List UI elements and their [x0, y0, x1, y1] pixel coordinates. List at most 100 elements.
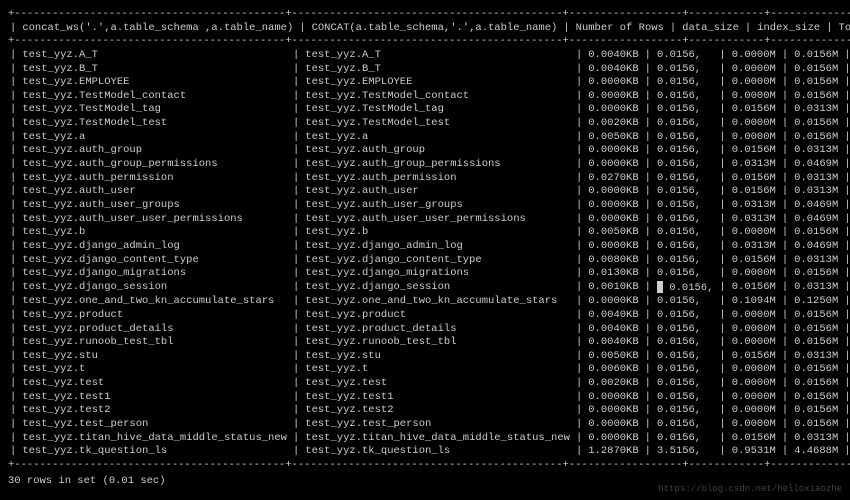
- cell-data-size: 0.0156,: [653, 240, 717, 254]
- cell-name1: test_yyz.django_migrations: [18, 267, 291, 281]
- cell-name1: test_yyz.test_person: [18, 418, 291, 432]
- separator-bottom: +---------------------------------------…: [8, 459, 842, 473]
- cell-total: 0.0469M: [790, 199, 842, 213]
- cell-index-size: 0.0000M: [728, 90, 780, 104]
- table-row: |test_yyz.TestModel_test|test_yyz.TestMo…: [8, 117, 850, 131]
- cell-data-size: 0.0156,: [653, 267, 717, 281]
- cell-data-size: 0.0156,: [653, 185, 717, 199]
- cell-total: 0.0156M: [790, 131, 842, 145]
- cell-index-size: 0.0313M: [728, 240, 780, 254]
- cell-rows: 0.0000KB: [584, 418, 642, 432]
- cell-name1: test_yyz.auth_permission: [18, 172, 291, 186]
- cell-rows: 0.0020KB: [584, 117, 642, 131]
- cell-data-size: 0.0156,: [653, 103, 717, 117]
- cell-name1: test_yyz.TestModel_tag: [18, 103, 291, 117]
- table-row: |test_yyz.a|test_yyz.a|0.0050KB|0.0156,|…: [8, 131, 850, 145]
- cell-name2: test_yyz.auth_group: [301, 144, 574, 158]
- cell-total: 0.0313M: [790, 172, 842, 186]
- table-row: |test_yyz.django_content_type|test_yyz.d…: [8, 254, 850, 268]
- cell-data-size: 0.0156,: [653, 432, 717, 446]
- table-row: |test_yyz.TestModel_contact|test_yyz.Tes…: [8, 90, 850, 104]
- cell-name1: test_yyz.TestModel_test: [18, 117, 291, 131]
- cell-index-size: 0.0313M: [728, 199, 780, 213]
- cell-total: 0.0156M: [790, 63, 842, 77]
- cell-data-size: 0.0156,: [653, 117, 717, 131]
- cell-name2: test_yyz.product_details: [301, 323, 574, 337]
- cell-rows: 0.0010KB: [584, 281, 642, 295]
- cell-rows: 1.2870KB: [584, 445, 642, 459]
- cell-name2: test_yyz.auth_user_user_permissions: [301, 213, 574, 227]
- table-row: |test_yyz.one_and_two_kn_accumulate_star…: [8, 295, 850, 309]
- table-row: |test_yyz.auth_group|test_yyz.auth_group…: [8, 144, 850, 158]
- cell-data-size: 0.0156,: [653, 377, 717, 391]
- cell-name1: test_yyz.A_T: [18, 49, 291, 63]
- cell-name1: test_yyz.product: [18, 309, 291, 323]
- cell-rows: 0.0000KB: [584, 76, 642, 90]
- cell-total: 0.0156M: [790, 391, 842, 405]
- cell-index-size: 0.0000M: [728, 391, 780, 405]
- cell-name2: test_yyz.auth_user: [301, 185, 574, 199]
- cell-data-size: 0.0156,: [653, 63, 717, 77]
- table-row: |test_yyz.django_admin_log|test_yyz.djan…: [8, 240, 850, 254]
- cell-rows: 0.0000KB: [584, 240, 642, 254]
- cell-name1: test_yyz.auth_group: [18, 144, 291, 158]
- table-row: |test_yyz.tk_question_ls|test_yyz.tk_que…: [8, 445, 850, 459]
- cell-total: 0.0313M: [790, 144, 842, 158]
- table-row: |test_yyz.A_T|test_yyz.A_T|0.0040KB|0.01…: [8, 49, 850, 63]
- cell-total: 0.1250M: [790, 295, 842, 309]
- cell-data-size: 0.0156,: [653, 295, 717, 309]
- cell-total: 0.0469M: [790, 240, 842, 254]
- cell-total: 0.0313M: [790, 350, 842, 364]
- cell-data-size: 0.0156,: [653, 309, 717, 323]
- header-row: | concat_ws('.',a.table_schema ,a.table_…: [8, 22, 850, 36]
- separator-top: +---------------------------------------…: [8, 8, 842, 22]
- cell-rows: 0.0000KB: [584, 432, 642, 446]
- cell-name2: test_yyz.auth_user_groups: [301, 199, 574, 213]
- cell-rows: 0.0080KB: [584, 254, 642, 268]
- cell-rows: 0.0050KB: [584, 131, 642, 145]
- cell-name2: test_yyz.test2: [301, 404, 574, 418]
- cell-name1: test_yyz.test1: [18, 391, 291, 405]
- cell-data-size: 0.0156,: [653, 213, 717, 227]
- cell-name1: test_yyz.django_content_type: [18, 254, 291, 268]
- table-row: |test_yyz.stu|test_yyz.stu|0.0050KB|0.01…: [8, 350, 850, 364]
- table-row: |test_yyz.t|test_yyz.t|0.0060KB|0.0156,|…: [8, 363, 850, 377]
- col-header-2: CONCAT(a.table_schema,'.',a.table_name): [308, 22, 562, 36]
- cell-rows: 0.0040KB: [584, 63, 642, 77]
- cell-name2: test_yyz.test: [301, 377, 574, 391]
- cell-data-size: 0.0156,: [653, 49, 717, 63]
- table-row: |test_yyz.runoob_test_tbl|test_yyz.runoo…: [8, 336, 850, 350]
- col-header-4: data_size: [678, 22, 743, 36]
- table-row: |test_yyz.test1|test_yyz.test1|0.0000KB|…: [8, 391, 850, 405]
- cell-name1: test_yyz.titan_hive_data_middle_status_n…: [18, 432, 291, 446]
- table-row: |test_yyz.b|test_yyz.b|0.0050KB|0.0156,|…: [8, 226, 850, 240]
- cell-name2: test_yyz.B_T: [301, 63, 574, 77]
- cell-total: 0.0156M: [790, 90, 842, 104]
- cell-index-size: 0.1094M: [728, 295, 780, 309]
- table-row: |test_yyz.auth_user_groups|test_yyz.auth…: [8, 199, 850, 213]
- cell-name1: test_yyz.a: [18, 131, 291, 145]
- table-row: |test_yyz.django_migrations|test_yyz.dja…: [8, 267, 850, 281]
- table-row: |test_yyz.test|test_yyz.test|0.0020KB|0.…: [8, 377, 850, 391]
- cell-name2: test_yyz.b: [301, 226, 574, 240]
- cell-index-size: 0.0156M: [728, 172, 780, 186]
- watermark: https://blog.csdn.net/helloxiaozhe: [658, 484, 842, 496]
- cell-data-size: 0.0156,: [653, 158, 717, 172]
- cell-index-size: 0.0000M: [728, 404, 780, 418]
- cell-name2: test_yyz.runoob_test_tbl: [301, 336, 574, 350]
- table-row: |test_yyz.auth_permission|test_yyz.auth_…: [8, 172, 850, 186]
- cell-total: 0.0469M: [790, 213, 842, 227]
- cell-name2: test_yyz.EMPLOYEE: [301, 76, 574, 90]
- table-row: |test_yyz.product|test_yyz.product|0.004…: [8, 309, 850, 323]
- cell-data-size: 0.0156,: [653, 90, 717, 104]
- cell-total: 0.0313M: [790, 432, 842, 446]
- table-row: |test_yyz.test2|test_yyz.test2|0.0000KB|…: [8, 404, 850, 418]
- table-row: |test_yyz.auth_user|test_yyz.auth_user|0…: [8, 185, 850, 199]
- cell-total: 0.0156M: [790, 309, 842, 323]
- table-row: |test_yyz.EMPLOYEE|test_yyz.EMPLOYEE|0.0…: [8, 76, 850, 90]
- cell-rows: 0.0000KB: [584, 391, 642, 405]
- cell-name1: test_yyz.B_T: [18, 63, 291, 77]
- cell-total: 0.0156M: [790, 336, 842, 350]
- table-row: |test_yyz.TestModel_tag|test_yyz.TestMod…: [8, 103, 850, 117]
- cell-name2: test_yyz.TestModel_test: [301, 117, 574, 131]
